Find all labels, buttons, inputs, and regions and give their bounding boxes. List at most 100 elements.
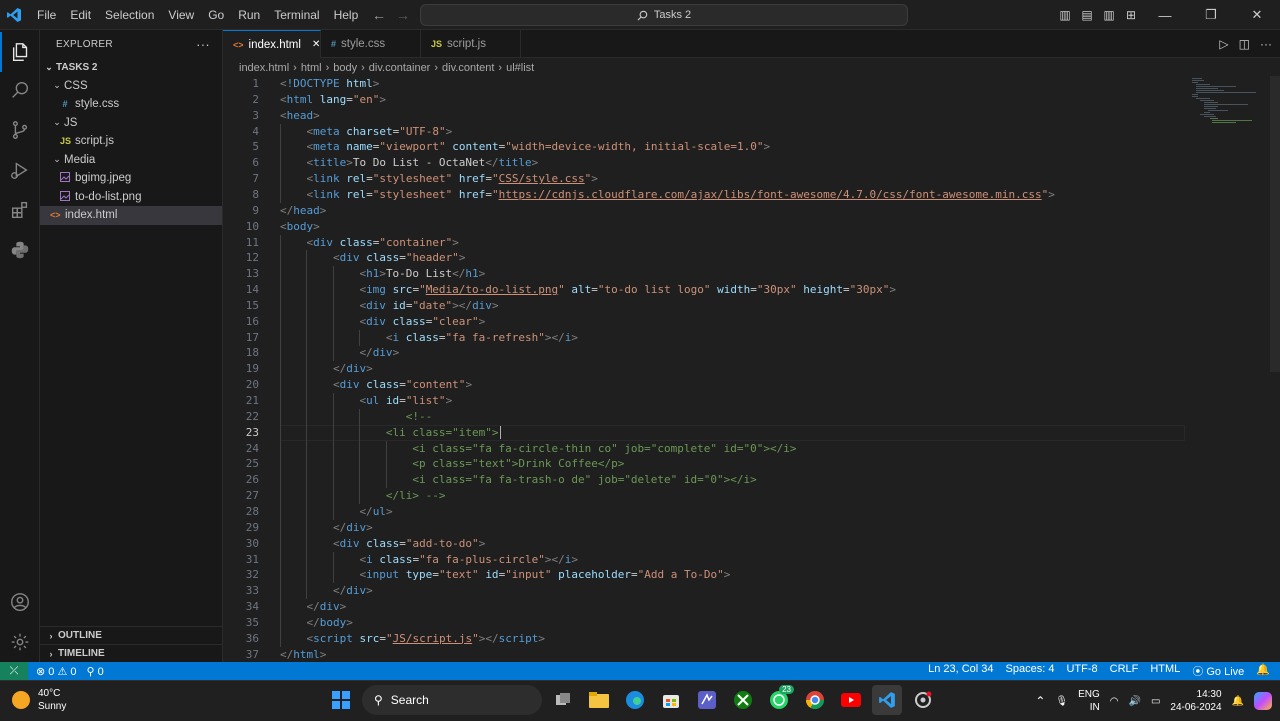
taskbar-search[interactable]: ⚲ Search — [362, 685, 542, 715]
folder-item[interactable]: ⌄ JS — [40, 114, 222, 133]
file-item[interactable]: # style.css — [40, 95, 222, 114]
wifi-icon[interactable]: ◠ — [1110, 696, 1119, 707]
indent-guide — [385, 472, 387, 489]
minimap[interactable] — [1190, 76, 1270, 156]
file-item[interactable]: bgimg.jpeg — [40, 169, 222, 188]
code-token: "en" — [352, 92, 380, 106]
language-indicator[interactable]: ENG IN — [1078, 688, 1100, 714]
breadcrumb-item[interactable]: index.html — [239, 62, 289, 74]
accounts-icon[interactable] — [0, 582, 40, 622]
more-actions-icon[interactable]: ··· — [196, 37, 210, 52]
edge-browser-icon[interactable] — [620, 685, 650, 715]
scrollbar-thumb[interactable] — [1270, 76, 1280, 372]
go-live-button[interactable]: ⦿ Go Live — [1192, 663, 1244, 679]
python-icon[interactable] — [0, 230, 40, 270]
command-center[interactable]: Tasks 2 — [420, 4, 908, 26]
minimize-button[interactable]: — — [1142, 8, 1188, 23]
tab-script-js[interactable]: JS script.js — [421, 30, 521, 58]
xbox-icon[interactable] — [728, 685, 758, 715]
menu-item-view[interactable]: View — [161, 0, 201, 30]
breadcrumb-item[interactable]: div.content — [442, 62, 494, 74]
task-view-icon[interactable] — [548, 685, 578, 715]
customize-layout-icon[interactable]: ⊞ — [1120, 8, 1142, 22]
weather-widget[interactable]: 40°C Sunny — [12, 687, 66, 713]
toggle-secondary-sidebar-icon[interactable]: ▥ — [1098, 8, 1120, 22]
editor-tabs: <> index.html ✕ # style.css JS script.js ▷ ◫ ·… — [223, 30, 1280, 58]
menu-item-file[interactable]: File — [30, 0, 63, 30]
breadcrumb-item[interactable]: ul#list — [506, 62, 534, 74]
menu-item-run[interactable]: Run — [231, 0, 267, 30]
cursor-position[interactable]: Ln 23, Col 34 — [928, 663, 993, 679]
code-token: alt — [571, 283, 592, 297]
notifications-bell-icon[interactable]: 🔔 — [1256, 663, 1270, 679]
whatsapp-badge: 23 — [779, 685, 794, 694]
forward-arrow-icon[interactable]: → — [396, 0, 410, 30]
close-window-button[interactable]: ✕ — [1234, 7, 1280, 23]
close-icon[interactable]: ✕ — [312, 39, 320, 50]
code-token: Media/to-do-list.png — [425, 283, 559, 297]
encoding[interactable]: UTF-8 — [1066, 663, 1097, 679]
file-item[interactable]: to-do-list.png — [40, 188, 222, 207]
manage-gear-icon[interactable] — [0, 622, 40, 662]
notification-center-icon[interactable]: 🔔 — [1232, 696, 1244, 707]
code-token: = — [366, 172, 373, 186]
start-button[interactable] — [326, 685, 356, 715]
explorer-icon[interactable] — [0, 32, 40, 72]
breadcrumb-item[interactable]: div.container — [369, 62, 431, 74]
toggle-panel-icon[interactable]: ▤ — [1076, 8, 1098, 22]
vertical-scrollbar[interactable] — [1268, 76, 1280, 662]
microphone-icon[interactable]: 🎙 — [1055, 696, 1068, 707]
powerapps-icon[interactable] — [692, 685, 722, 715]
indentation[interactable]: Spaces: 4 — [1006, 663, 1055, 679]
problems-indicator[interactable]: ⊗ 0 ⚠ 0 — [36, 665, 77, 678]
menu-item-go[interactable]: Go — [201, 0, 231, 30]
back-arrow-icon[interactable]: ← — [372, 0, 386, 30]
line-ending[interactable]: CRLF — [1110, 663, 1139, 679]
chevron-up-icon[interactable]: ⌃ — [1035, 694, 1045, 708]
code-token: = — [432, 568, 439, 582]
whatsapp-icon[interactable]: 23 — [764, 685, 794, 715]
indent-guide — [280, 234, 281, 251]
file-item[interactable]: JS script.js — [40, 132, 222, 151]
line-number: 1 — [252, 77, 259, 90]
source-control-icon[interactable] — [0, 110, 40, 150]
language-mode[interactable]: HTML — [1150, 663, 1180, 679]
vscode-taskbar-icon[interactable] — [872, 685, 902, 715]
copilot-icon[interactable] — [1254, 692, 1272, 710]
run-debug-icon[interactable] — [0, 150, 40, 190]
run-icon[interactable]: ▷ — [1219, 37, 1228, 51]
code-editor[interactable]: 1 <!DOCTYPE html> 2 <html lang="en"> 3 <head>… — [223, 76, 1268, 662]
menu-item-help[interactable]: Help — [327, 0, 366, 30]
remote-indicator-icon[interactable]: ⤫ — [0, 662, 28, 680]
menu-item-edit[interactable]: Edit — [63, 0, 98, 30]
code-text: <li class="item"> — [386, 425, 501, 441]
settings-icon[interactable] — [908, 685, 938, 715]
ports-indicator[interactable]: ⚲ 0 — [87, 665, 104, 678]
timeline-section[interactable]: › TIMELINE — [40, 644, 223, 662]
ms-store-icon[interactable] — [656, 685, 686, 715]
breadcrumb-item[interactable]: body — [333, 62, 357, 74]
tab-style-css[interactable]: # style.css — [321, 30, 421, 58]
search-icon[interactable] — [0, 70, 40, 110]
file-explorer-icon[interactable] — [584, 685, 614, 715]
folder-item[interactable]: ⌄ Media — [40, 151, 222, 170]
file-item[interactable]: <> index.html — [40, 206, 222, 225]
chrome-icon[interactable] — [800, 685, 830, 715]
tab-index-html[interactable]: <> index.html ✕ — [223, 30, 321, 58]
toggle-primary-sidebar-icon[interactable]: ▥ — [1054, 8, 1076, 22]
menu-item-terminal[interactable]: Terminal — [267, 0, 326, 30]
youtube-icon[interactable] — [836, 685, 866, 715]
volume-icon[interactable]: 🔊 — [1128, 696, 1140, 707]
outline-section[interactable]: › OUTLINE — [40, 626, 223, 644]
more-actions-icon[interactable]: ··· — [1260, 37, 1272, 51]
project-folder[interactable]: ⌄ TASKS 2 — [40, 58, 222, 77]
extensions-icon[interactable] — [0, 190, 40, 230]
clock[interactable]: 14:30 24-06-2024 — [1170, 688, 1221, 714]
maximize-button[interactable]: ❐ — [1188, 7, 1234, 23]
split-editor-icon[interactable]: ◫ — [1239, 37, 1250, 51]
indent-guide — [306, 440, 308, 457]
breadcrumb-item[interactable]: html — [301, 62, 322, 74]
folder-item[interactable]: ⌄ CSS — [40, 77, 222, 96]
menu-item-selection[interactable]: Selection — [98, 0, 161, 30]
battery-icon[interactable]: ▭ — [1151, 696, 1160, 707]
